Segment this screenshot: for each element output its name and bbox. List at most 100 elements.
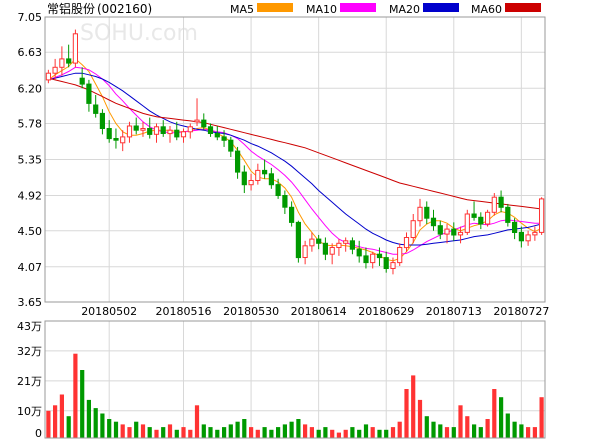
candle-body (322, 242, 328, 255)
volume-tick-label: 10万 (17, 405, 42, 418)
volume-bar (296, 419, 301, 438)
stock-name: 常铝股份 (47, 1, 95, 16)
candle-body (316, 238, 322, 244)
date-tick-label: 20180530 (223, 305, 279, 318)
volume-bar (526, 427, 531, 438)
candle-body (167, 129, 173, 135)
volume-bar (228, 424, 233, 438)
legend-swatch-ma20 (423, 3, 459, 12)
candle-body (363, 255, 369, 264)
volume-bar (438, 424, 443, 438)
candle-body (201, 119, 207, 128)
legend-label-ma20: MA20 (389, 3, 420, 16)
candle-body (248, 180, 254, 186)
candle-body (113, 138, 119, 141)
candle-body (241, 171, 247, 186)
volume-bar (472, 424, 477, 438)
volume-bar (370, 427, 375, 438)
candle-body (126, 125, 133, 138)
candlestick (464, 209, 470, 235)
volume-bar (276, 427, 281, 438)
candle-body (302, 245, 308, 259)
volume-bar (174, 429, 179, 438)
volume-bar (424, 416, 429, 438)
candle-body (478, 216, 484, 225)
volume-bar (357, 429, 362, 438)
volume-bar (120, 424, 125, 438)
volume-bar (444, 427, 450, 438)
candle-body (45, 72, 51, 81)
volume-bar (431, 421, 436, 438)
volume-bar (303, 424, 308, 438)
candle-body (329, 247, 335, 255)
volume-bar (532, 427, 537, 438)
volume-bar (384, 429, 389, 438)
candle-body (532, 231, 538, 236)
volume-bar (323, 427, 328, 438)
legend-label-ma10: MA10 (306, 3, 337, 16)
candle-body (309, 238, 315, 247)
candle-body (437, 225, 443, 235)
candle-body (86, 83, 92, 104)
volume-bar (215, 429, 220, 438)
volume-bar (59, 394, 64, 438)
volume-bar (458, 405, 463, 438)
price-tick-label: 4.50 (18, 225, 43, 238)
volume-bar (539, 397, 544, 438)
candle-body (464, 213, 470, 233)
volume-bar (80, 370, 85, 438)
volume-bar (255, 429, 260, 438)
candle-body (187, 126, 193, 133)
candle-body (370, 253, 376, 264)
volume-bar (134, 421, 139, 438)
legend-label-ma5: MA5 (230, 3, 254, 16)
price-tick-label: 4.92 (18, 190, 43, 203)
volume-bar (404, 389, 409, 438)
volume-bar (309, 427, 314, 438)
volume-bar (242, 419, 247, 438)
volume-tick-label: 32万 (17, 345, 42, 358)
candle-body (275, 184, 281, 197)
candle-body (343, 240, 349, 244)
volume-bar (262, 427, 267, 438)
volume-bar (208, 427, 213, 438)
price-tick-label: 6.63 (18, 46, 43, 59)
volume-bar (154, 429, 159, 438)
candle-body (424, 206, 430, 219)
candle-body (295, 221, 301, 259)
volume-bar (485, 419, 490, 438)
volume-tick-label: 43万 (17, 320, 42, 333)
volume-bar (188, 429, 193, 438)
candle-body (539, 198, 545, 233)
candle-body (289, 206, 295, 223)
candle-body (66, 58, 72, 64)
candle-body (59, 58, 65, 68)
volume-bar (53, 405, 58, 438)
price-tick-label: 6.20 (18, 82, 43, 95)
candle-body (457, 231, 464, 236)
candle-body (451, 228, 457, 236)
candle-body (133, 125, 139, 131)
volume-bar (465, 416, 470, 438)
volume-bar (127, 427, 132, 438)
volume-bar (249, 427, 254, 438)
price-tick-label: 7.05 (18, 11, 43, 24)
volume-bar (397, 421, 402, 438)
volume-bar (167, 424, 173, 438)
volume-bar (330, 429, 335, 438)
candle-body (383, 257, 389, 270)
volume-bar (66, 416, 71, 438)
candle-body (505, 206, 511, 223)
candle-body (153, 126, 160, 135)
volume-bar (93, 408, 98, 438)
candlestick (485, 209, 491, 227)
volume-bar (194, 405, 200, 438)
candle-body (430, 217, 437, 227)
candle-body (214, 133, 220, 138)
candle-body (356, 248, 362, 257)
candle-body (255, 169, 261, 181)
volume-bar (147, 427, 152, 438)
candle-body (140, 128, 146, 131)
candle-body (120, 136, 126, 144)
candle-body (410, 220, 416, 238)
